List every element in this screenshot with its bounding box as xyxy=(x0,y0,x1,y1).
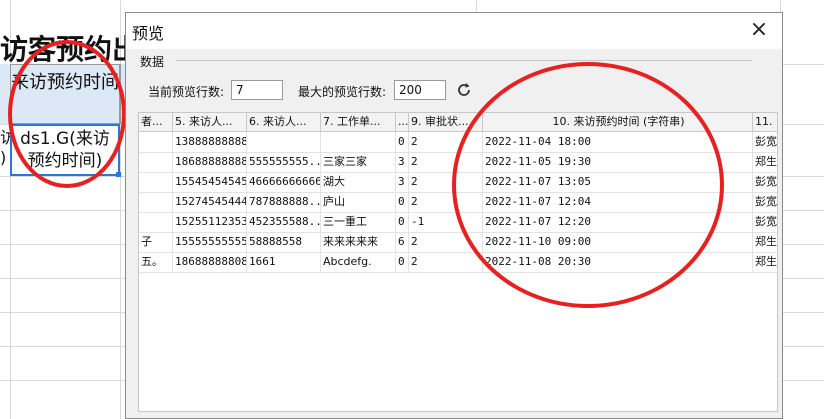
column-header[interactable]: ... xyxy=(396,113,409,131)
column-header[interactable]: 6. 来访人... xyxy=(247,113,321,131)
left-data-cell[interactable]: 访 ) xyxy=(0,124,10,176)
table-cell: 15555555555 xyxy=(173,232,247,252)
selected-data-cell[interactable]: ds1.G(来访预约时间) xyxy=(10,124,120,176)
preview-table: 者... 5. 来访人... 6. 来访人... 7. 工作单...... 9. 审批状… xyxy=(138,112,778,412)
column-header[interactable]: 者... xyxy=(139,113,173,131)
header-cell-visit-time[interactable]: 来访预约时间 xyxy=(10,64,120,124)
table-row[interactable]: 15274545444 787888888... 庐山 0 2 2022-11-07 12… xyxy=(139,192,777,213)
table-cell: 15255112353 xyxy=(173,212,247,232)
table-cell: 6 xyxy=(396,232,409,252)
table-cell: 2 xyxy=(409,172,483,192)
column-header[interactable]: 10. 来访预约时间 (字符串) xyxy=(483,113,753,131)
table-row[interactable]: 13888888888 0 2 2022-11-04 18:00 彭宽 xyxy=(139,132,777,153)
table-cell: 彭宽 xyxy=(753,212,777,232)
table-cell: 15545454545 xyxy=(173,172,247,192)
table-cell: 2 xyxy=(409,252,483,272)
close-icon[interactable]: × xyxy=(746,17,772,43)
table-cell: 3 xyxy=(396,152,409,172)
dialog-title: 预览 xyxy=(132,24,165,43)
group-label-data: 数据 xyxy=(140,55,165,69)
table-cell: 湖大 xyxy=(321,172,396,192)
table-cell: 三一重工 xyxy=(321,212,396,232)
column-header[interactable]: 11. xyxy=(753,113,777,131)
table-cell: 子 xyxy=(139,232,173,252)
table-cell: 2022-11-07 12:04 xyxy=(483,192,753,212)
table-cell: Abcdefg. xyxy=(321,252,396,272)
table-cell: 2022-11-08 20:30 xyxy=(483,252,753,272)
table-cell: 郑生 xyxy=(753,252,777,272)
table-cell: 2022-11-07 13:05 xyxy=(483,172,753,192)
table-cell: 15274545444 xyxy=(173,192,247,212)
table-cell: 0 xyxy=(396,252,409,272)
table-cell: 彭宽 xyxy=(753,172,777,192)
table-cell: 2022-11-05 19:30 xyxy=(483,152,753,172)
max-rows-label: 最大的预览行数: xyxy=(298,85,387,99)
table-cell: 466666666666 xyxy=(247,172,321,192)
table-cell: 2022-11-04 18:00 xyxy=(483,132,753,152)
table-row[interactable]: 子 15555555555 58888558 来来来来来 6 2 2022-11-10 09… xyxy=(139,232,777,253)
table-cell: 0 xyxy=(396,212,409,232)
table-cell: 13888888888 xyxy=(173,132,247,152)
table-cell: 彭宽 xyxy=(753,192,777,212)
table-cell: 58888558 xyxy=(247,232,321,252)
table-cell xyxy=(139,132,173,152)
table-cell: 18688888808 xyxy=(173,252,247,272)
max-rows-input[interactable] xyxy=(394,80,446,100)
table-cell: 2 xyxy=(409,132,483,152)
table-cell: 三家三家 xyxy=(321,152,396,172)
table-row[interactable]: 五。 18688888808 1661 Abcdefg. 0 2 2022-11-08 20… xyxy=(139,252,777,273)
table-cell xyxy=(321,132,396,152)
column-header[interactable]: 7. 工作单... xyxy=(321,113,396,131)
table-cell: 2022-11-07 12:20 xyxy=(483,212,753,232)
fill-handle[interactable] xyxy=(116,172,121,177)
table-cell: 来来来来来 xyxy=(321,232,396,252)
table-cell: 2 xyxy=(409,192,483,212)
table-row[interactable]: 18688888888 555555555... 三家三家 3 2 2022-11-05 … xyxy=(139,152,777,173)
column-header[interactable]: 5. 来访人... xyxy=(173,113,247,131)
table-cell: 2 xyxy=(409,152,483,172)
preview-dialog: 预览 × 数据 当前预览行数: 最大的预览行数: 者...5. 来访人...6.… xyxy=(125,12,783,419)
table-cell xyxy=(247,132,321,152)
table-cell: 1661 xyxy=(247,252,321,272)
group-divider xyxy=(176,60,752,61)
table-cell: 庐山 xyxy=(321,192,396,212)
report-title: 访客预约出 xyxy=(0,33,130,64)
table-cell: 555555555... xyxy=(247,152,321,172)
table-cell: 0 xyxy=(396,192,409,212)
table-row[interactable]: 15255112353 452355588... 三一重工 0 -1 2022-11-07… xyxy=(139,212,777,233)
table-cell xyxy=(139,212,173,232)
table-cell: 彭宽 xyxy=(753,132,777,152)
current-rows-label: 当前预览行数: xyxy=(148,85,225,99)
current-rows-input[interactable] xyxy=(231,80,283,100)
dialog-titlebar[interactable]: 预览 × xyxy=(126,13,782,49)
table-cell: 2 xyxy=(409,232,483,252)
table-cell xyxy=(139,152,173,172)
table-cell: 787888888... xyxy=(247,192,321,212)
table-cell: 0 xyxy=(396,132,409,152)
table-cell: 3 xyxy=(396,172,409,192)
table-cell xyxy=(139,192,173,212)
table-cell: 18688888888 xyxy=(173,152,247,172)
table-cell: 五。 xyxy=(139,252,173,272)
table-header: 者... 5. 来访人... 6. 来访人... 7. 工作单...... 9. 审批状… xyxy=(139,113,777,132)
column-header[interactable]: 9. 审批状... xyxy=(409,113,483,131)
table-cell xyxy=(139,172,173,192)
table-cell: 郑生 xyxy=(753,232,777,252)
table-cell: 郑生 xyxy=(753,152,777,172)
refresh-icon[interactable] xyxy=(454,80,474,100)
table-row[interactable]: 15545454545 466666666666 湖大 3 2 2022-11-07 13… xyxy=(139,172,777,193)
table-cell: -1 xyxy=(409,212,483,232)
table-cell: 2022-11-10 09:00 xyxy=(483,232,753,252)
table-cell: 452355588... xyxy=(247,212,321,232)
